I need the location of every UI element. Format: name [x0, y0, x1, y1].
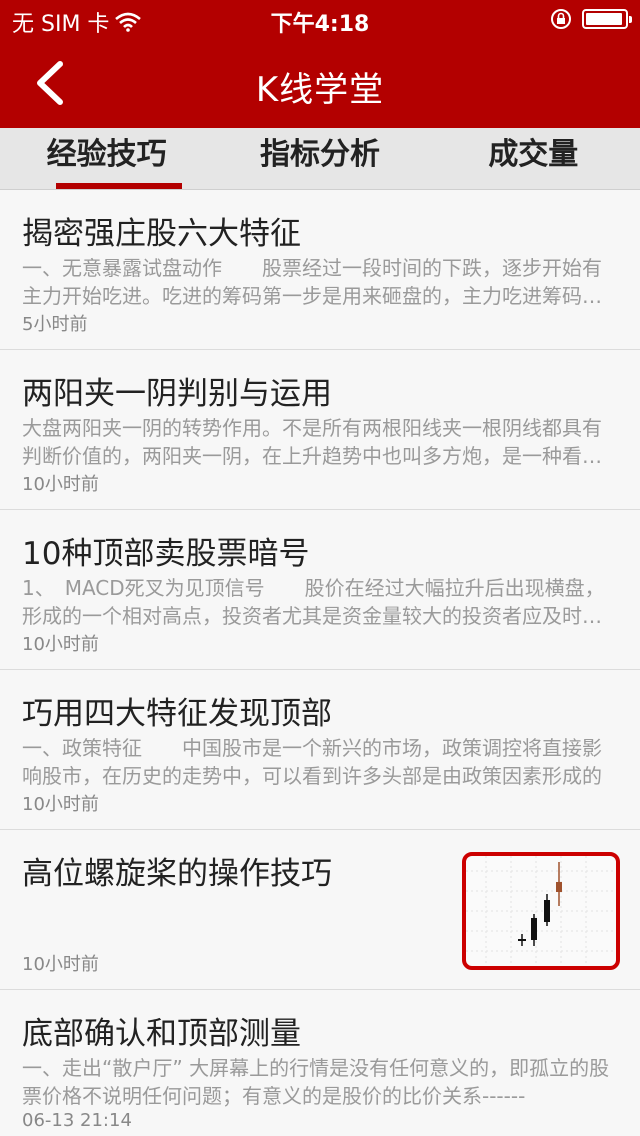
tab-experience[interactable]: 经验技巧: [0, 128, 213, 189]
article-desc: 1、 MACD死叉为见顶信号 股价在经过大幅拉升后出现横盘，形成的一个相对高点，…: [22, 576, 605, 628]
page-title: K线学堂: [255, 70, 385, 110]
article-title: 巧用四大特征发现顶部: [22, 696, 332, 732]
status-right: [550, 8, 632, 30]
list-item[interactable]: 巧用四大特征发现顶部 一、政策特征 中国股市是一个新兴的市场，政策调控将直接影响…: [0, 670, 640, 830]
article-title: 底部确认和顶部测量: [22, 1016, 301, 1052]
status-time: 下午4:18: [270, 12, 370, 37]
article-time: 06-13 21:14: [22, 1110, 132, 1131]
article-time: 10小时前: [22, 954, 99, 975]
article-desc: 一、走出“散户厅” 大屏幕上的行情是没有任何意义的，即孤立的股票价格不说明任何问…: [22, 1056, 610, 1108]
article-title: 揭密强庄股六大特征: [22, 216, 301, 252]
article-title: 高位螺旋桨的操作技巧: [22, 856, 332, 892]
article-desc: 一、无意暴露试盘动作 股票经过一段时间的下跌，逐步开始有主力开始吃进。吃进的筹码…: [22, 256, 602, 308]
article-title: 两阳夹一阴判别与运用: [22, 376, 332, 412]
list-item[interactable]: 10种顶部卖股票暗号 1、 MACD死叉为见顶信号 股价在经过大幅拉升后出现横盘…: [0, 510, 640, 670]
tab-bar: 经验技巧 指标分析 成交量: [0, 128, 640, 190]
list-item[interactable]: 底部确认和顶部测量 一、走出“散户厅” 大屏幕上的行情是没有任何意义的，即孤立的…: [0, 990, 640, 1136]
orientation-lock-icon: [550, 8, 572, 30]
list-item[interactable]: 高位螺旋桨的操作技巧 10小时前: [0, 830, 640, 990]
article-list: 揭密强庄股六大特征 一、无意暴露试盘动作 股票经过一段时间的下跌，逐步开始有主力…: [0, 190, 640, 1136]
article-time: 10小时前: [22, 794, 99, 815]
nav-bar: K线学堂: [0, 40, 640, 128]
article-time: 5小时前: [22, 314, 88, 335]
battery-icon: [582, 9, 632, 29]
tab-indicators[interactable]: 指标分析: [213, 128, 426, 189]
list-item[interactable]: 揭密强庄股六大特征 一、无意暴露试盘动作 股票经过一段时间的下跌，逐步开始有主力…: [0, 190, 640, 350]
candlestick-chart-thumbnail: [462, 852, 620, 970]
list-item[interactable]: 两阳夹一阴判别与运用 大盘两阳夹一阴的转势作用。不是所有两根阳线夹一根阴线都具有…: [0, 350, 640, 510]
app-header: 无 SIM 卡 下午4:18 K线学堂: [0, 0, 640, 128]
tab-volume[interactable]: 成交量: [427, 128, 640, 189]
article-desc: 大盘两阳夹一阴的转势作用。不是所有两根阳线夹一根阴线都具有判断价值的，两阳夹一阴…: [22, 416, 602, 468]
battery-level: [586, 13, 623, 25]
article-desc: 一、政策特征 中国股市是一个新兴的市场，政策调控将直接影响股市，在历史的走势中，…: [22, 736, 602, 788]
article-time: 10小时前: [22, 474, 99, 495]
article-title: 10种顶部卖股票暗号: [22, 536, 310, 572]
status-bar: 无 SIM 卡 下午4:18: [0, 0, 640, 40]
article-time: 10小时前: [22, 634, 99, 655]
